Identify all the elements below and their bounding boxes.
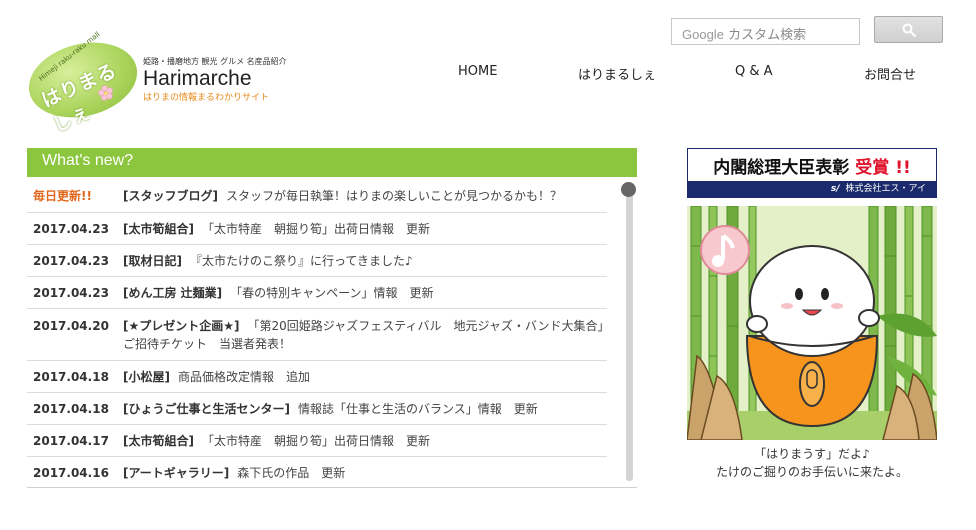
news-date: 2017.04.18: [33, 370, 109, 384]
news-date: 2017.04.17: [33, 434, 109, 448]
news-date: 2017.04.16: [33, 466, 109, 480]
news-item[interactable]: 2017.04.23 [めん工房 辻麺業] 「春の特別キャンペーン」情報 更新: [27, 277, 607, 309]
award-company: 株式会社エス・アイ: [845, 184, 926, 194]
mascot-image: [687, 206, 937, 440]
news-text: 情報誌「仕事と生活のバランス」情報 更新: [297, 402, 538, 416]
whats-new-panel: What's new? 毎日更新!! [スタッフブログ] スタッフが毎日執筆！はり…: [27, 148, 637, 488]
news-item[interactable]: 2017.04.18 [小松屋] 商品価格改定情報 追加: [27, 361, 607, 393]
whats-new-title: What's new?: [27, 148, 637, 177]
search-input[interactable]: Google カスタム検索: [671, 18, 860, 45]
search-icon: [902, 23, 916, 37]
news-text: 商品価格改定情報 追加: [177, 370, 310, 384]
nav-home[interactable]: HOME: [458, 64, 497, 79]
award-banner[interactable]: 内閣総理大臣表彰 受賞 !! s/ 株式会社エス・アイ: [687, 148, 937, 198]
nav-qa[interactable]: Q & A: [735, 64, 773, 79]
news-date: 毎日更新!!: [33, 189, 92, 203]
google-label: Google: [682, 27, 724, 42]
news-text: 『太市たけのこ祭り』に行ってきました♪: [189, 254, 413, 268]
news-category: [スタッフブログ]: [123, 189, 218, 203]
nav-harimarche[interactable]: はりまるしぇ: [578, 64, 656, 83]
company-mark: s/: [830, 184, 840, 194]
search-placeholder: カスタム検索: [728, 28, 807, 43]
news-item[interactable]: 2017.04.23 [太市筍組合] 「太市特産 朝掘り筍」出荷日情報 更新: [27, 213, 607, 245]
news-text: 「太市特産 朝掘り筍」出荷日情報 更新: [201, 434, 430, 448]
news-item[interactable]: 2017.04.17 [太市筍組合] 「太市特産 朝掘り筍」出荷日情報 更新: [27, 425, 607, 457]
news-item[interactable]: 2017.04.18 [ひょうご仕事と生活センター] 情報誌「仕事と生活のバランス…: [27, 393, 607, 425]
news-date: 2017.04.20: [33, 319, 109, 333]
news-date: 2017.04.23: [33, 286, 109, 300]
mascot-caption: 「はりまうす」だよ♪ たけのご掘りのお手伝いに来たよ。: [687, 445, 937, 481]
news-scroll-thumb[interactable]: [621, 182, 636, 197]
mascot-illustration[interactable]: [687, 206, 937, 440]
news-category: [太市筍組合]: [123, 434, 194, 448]
news-date: 2017.04.23: [33, 254, 109, 268]
logo-subtitle: はりまの情報まるわかりサイト: [143, 93, 270, 103]
news-category: [アートギャラリー]: [123, 466, 230, 480]
news-text: 「太市特産 朝掘り筍」出荷日情報 更新: [201, 222, 430, 236]
logo-tagline: 姫路・播磨地方 観光 グルメ 名産品紹介: [143, 57, 287, 66]
news-item[interactable]: 2017.04.16 [アートギャラリー] 森下氏の作品 更新: [27, 457, 607, 487]
news-date: 2017.04.18: [33, 402, 109, 416]
logo-name: Harimarche: [143, 67, 252, 90]
news-text: スタッフが毎日執筆！はりまの楽しいことが見つかるかも！？: [225, 189, 562, 203]
news-text: 「春の特別キャンペーン」情報 更新: [230, 286, 434, 300]
news-text: 森下氏の作品 更新: [237, 466, 346, 480]
news-category: [ひょうご仕事と生活センター]: [123, 402, 290, 416]
mascot-caption-line1: 「はりまうす」だよ♪: [754, 447, 870, 461]
news-category: [小松屋]: [123, 370, 170, 384]
news-item[interactable]: 2017.04.23 [取材日記] 『太市たけのこ祭り』に行ってきました♪: [27, 245, 607, 277]
news-category: [★プレゼント企画★]: [123, 319, 240, 333]
news-category: [取材日記]: [123, 254, 182, 268]
award-main-text: 内閣総理大臣表彰: [713, 157, 850, 178]
site-logo[interactable]: Himeji raku-raku mall はりまるしぇ 姫路・播磨地方 観光 …: [20, 30, 287, 137]
news-item[interactable]: 毎日更新!! [スタッフブログ] スタッフが毎日執筆！はりまの楽しいことが見つかる…: [27, 177, 607, 213]
news-scrollbar[interactable]: [626, 183, 633, 481]
logo-mark: Himeji raku-raku mall はりまるしぇ: [20, 30, 146, 137]
news-category: [太市筍組合]: [123, 222, 194, 236]
news-category: [めん工房 辻麺業]: [123, 286, 223, 300]
search-button[interactable]: [874, 16, 943, 43]
award-highlight: 受賞 !!: [855, 157, 911, 178]
news-date: 2017.04.23: [33, 222, 109, 236]
nav-contact[interactable]: お問合せ: [864, 64, 916, 83]
logo-mark-text: はりまるしぇ: [38, 59, 121, 137]
news-list[interactable]: 毎日更新!! [スタッフブログ] スタッフが毎日執筆！はりまの楽しいことが見つかる…: [27, 177, 637, 488]
mascot-caption-line2: たけのご掘りのお手伝いに来たよ。: [715, 465, 908, 479]
news-item[interactable]: 2017.04.20 [★プレゼント企画★] 「第20回姫路ジャズフェスティバル …: [27, 309, 607, 361]
